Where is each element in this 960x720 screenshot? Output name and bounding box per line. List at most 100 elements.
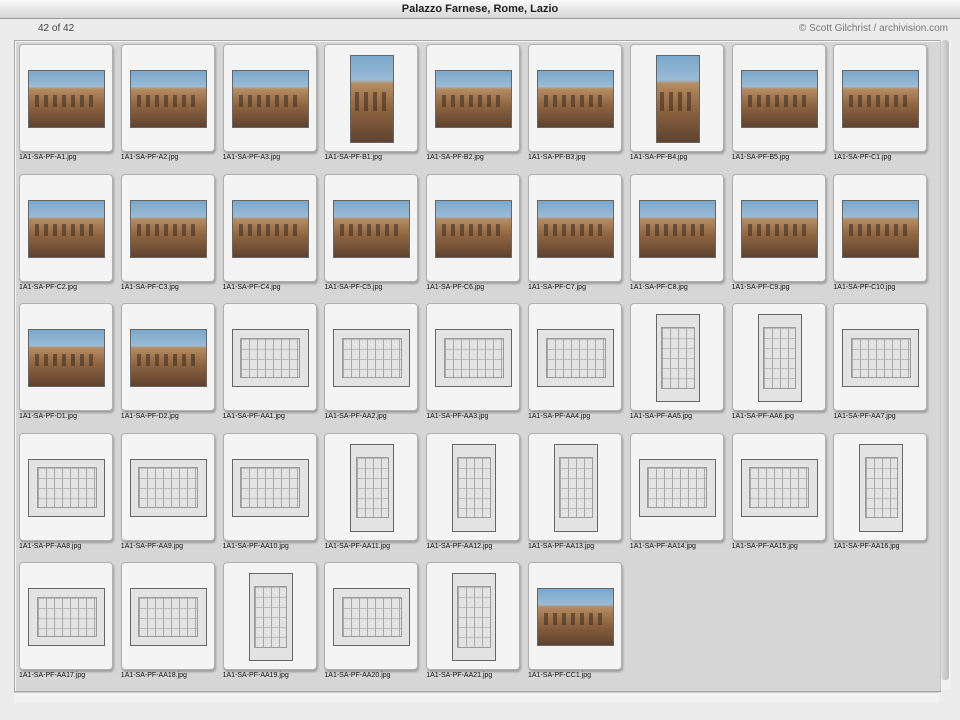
thumbnail-item[interactable]: 1A1-SA-PF-AA7.jpg — [831, 301, 928, 426]
thumbnail-image[interactable] — [537, 199, 614, 258]
slide-frame[interactable] — [731, 44, 826, 152]
slide-frame[interactable] — [120, 44, 215, 152]
slide-frame[interactable] — [629, 173, 724, 282]
thumbnail-item[interactable]: 1A1-SA-PF-AA18.jpg — [119, 560, 215, 685]
thumbnail-item[interactable]: 1A1-SA-PF-AA5.jpg — [628, 301, 724, 426]
thumbnail-item[interactable]: 1A1-SA-PF-AA2.jpg — [322, 301, 419, 426]
slide-frame[interactable] — [120, 562, 215, 670]
slide-frame[interactable] — [324, 44, 419, 152]
slide-frame[interactable] — [528, 432, 622, 541]
thumbnail-image[interactable] — [28, 199, 105, 258]
thumbnail-image[interactable] — [452, 573, 497, 661]
thumbnail-image[interactable] — [740, 70, 818, 128]
thumbnail-item[interactable]: 1A1-SA-PF-AA1.jpg — [221, 301, 317, 426]
slide-frame[interactable] — [19, 303, 113, 411]
thumbnail-item[interactable]: 1A1-SA-PF-B1.jpg — [322, 42, 419, 167]
thumbnail-image[interactable] — [333, 588, 411, 646]
thumbnail-image[interactable] — [740, 458, 818, 517]
thumbnail-item[interactable]: 1A1-SA-PF-C2.jpg — [17, 172, 113, 297]
slide-frame[interactable] — [528, 562, 622, 670]
thumbnail-image[interactable] — [129, 588, 207, 646]
thumbnail-item[interactable]: 1A1-SA-PF-B2.jpg — [424, 42, 521, 167]
thumbnail-image[interactable] — [248, 573, 293, 661]
thumbnail-item[interactable]: 1A1-SA-PF-AA13.jpg — [526, 431, 622, 556]
thumbnail-image[interactable] — [537, 588, 614, 646]
thumbnail-image[interactable] — [537, 70, 614, 128]
thumbnail-item[interactable]: 1A1-SA-PF-A3.jpg — [221, 42, 317, 167]
slide-frame[interactable] — [528, 44, 622, 152]
slide-frame[interactable] — [426, 432, 521, 541]
thumbnail-item[interactable]: 1A1-SA-PF-C1.jpg — [831, 42, 928, 167]
thumbnail-item[interactable]: 1A1-SA-PF-AA14.jpg — [628, 431, 724, 556]
thumbnail-image[interactable] — [333, 329, 411, 387]
thumbnail-item[interactable]: 1A1-SA-PF-AA8.jpg — [17, 431, 113, 556]
thumbnail-image[interactable] — [350, 443, 395, 532]
thumbnail-image[interactable] — [129, 70, 207, 128]
slide-frame[interactable] — [629, 432, 724, 541]
thumbnail-image[interactable] — [537, 329, 614, 387]
horizontal-scrollbar[interactable] — [14, 692, 939, 703]
thumbnail-item[interactable]: 1A1-SA-PF-AA9.jpg — [119, 431, 215, 556]
thumbnail-image[interactable] — [28, 588, 105, 646]
thumbnail-item[interactable]: 1A1-SA-PF-AA16.jpg — [831, 431, 928, 556]
thumbnail-image[interactable] — [842, 199, 920, 258]
slide-frame[interactable] — [120, 432, 215, 541]
slide-frame[interactable] — [426, 44, 521, 152]
thumbnail-image[interactable] — [655, 55, 700, 143]
thumbnail-image[interactable] — [435, 199, 513, 258]
thumbnail-image[interactable] — [231, 329, 309, 387]
thumbnail-item[interactable]: 1A1-SA-PF-AA10.jpg — [221, 431, 317, 556]
slide-frame[interactable] — [528, 173, 622, 282]
thumbnail-item[interactable]: 1A1-SA-PF-C5.jpg — [322, 172, 419, 297]
thumbnail-item[interactable]: 1A1-SA-PF-A2.jpg — [119, 42, 215, 167]
slide-frame[interactable] — [324, 303, 419, 411]
thumbnail-image[interactable] — [757, 314, 802, 402]
slide-frame[interactable] — [324, 173, 419, 282]
thumbnail-item[interactable]: 1A1-SA-PF-AA3.jpg — [424, 301, 521, 426]
thumbnail-image[interactable] — [842, 329, 920, 387]
thumbnail-item[interactable]: 1A1-SA-PF-CC1.jpg — [526, 560, 622, 685]
thumbnail-item[interactable]: 1A1-SA-PF-AA21.jpg — [424, 560, 521, 685]
slide-frame[interactable] — [426, 173, 521, 282]
slide-frame[interactable] — [324, 432, 419, 541]
thumbnail-image[interactable] — [231, 458, 309, 517]
slide-frame[interactable] — [120, 173, 215, 282]
thumbnail-item[interactable]: 1A1-SA-PF-AA11.jpg — [322, 431, 419, 556]
thumbnail-image[interactable] — [129, 329, 207, 387]
thumbnail-item[interactable]: 1A1-SA-PF-B5.jpg — [730, 42, 826, 167]
thumbnail-item[interactable]: 1A1-SA-PF-C6.jpg — [424, 172, 521, 297]
thumbnail-item[interactable]: 1A1-SA-PF-C4.jpg — [221, 172, 317, 297]
slide-frame[interactable] — [426, 303, 521, 411]
thumbnail-item[interactable]: 1A1-SA-PF-AA12.jpg — [424, 431, 521, 556]
slide-frame[interactable] — [528, 303, 622, 411]
thumbnail-image[interactable] — [129, 199, 207, 258]
thumbnail-image[interactable] — [129, 458, 207, 517]
slide-frame[interactable] — [426, 562, 521, 670]
slide-frame[interactable] — [19, 173, 113, 282]
thumbnail-image[interactable] — [740, 199, 818, 258]
thumbnail-image[interactable] — [28, 458, 105, 517]
thumbnail-image[interactable] — [28, 70, 105, 128]
thumbnail-item[interactable]: 1A1-SA-PF-C8.jpg — [628, 172, 724, 297]
thumbnail-item[interactable]: 1A1-SA-PF-C3.jpg — [119, 172, 215, 297]
thumbnail-item[interactable]: 1A1-SA-PF-B3.jpg — [526, 42, 622, 167]
thumbnail-image[interactable] — [435, 329, 513, 387]
slide-frame[interactable] — [731, 303, 826, 411]
scrollbar-thumb[interactable] — [941, 40, 949, 680]
slide-frame[interactable] — [120, 303, 215, 411]
thumbnail-image[interactable] — [842, 70, 920, 128]
slide-frame[interactable] — [222, 303, 317, 411]
thumbnail-image[interactable] — [231, 199, 309, 258]
thumbnail-image[interactable] — [350, 55, 395, 143]
thumbnail-image[interactable] — [333, 199, 411, 258]
slide-frame[interactable] — [731, 432, 826, 541]
thumbnail-item[interactable]: 1A1-SA-PF-C10.jpg — [831, 172, 928, 297]
thumbnail-image[interactable] — [28, 329, 105, 387]
slide-frame[interactable] — [19, 432, 113, 541]
slide-frame[interactable] — [19, 562, 113, 670]
thumbnail-image[interactable] — [554, 443, 598, 532]
thumbnail-image[interactable] — [452, 443, 497, 532]
thumbnail-item[interactable]: 1A1-SA-PF-AA17.jpg — [17, 560, 113, 685]
thumbnail-item[interactable]: 1A1-SA-PF-AA20.jpg — [322, 560, 419, 685]
slide-frame[interactable] — [833, 303, 928, 411]
